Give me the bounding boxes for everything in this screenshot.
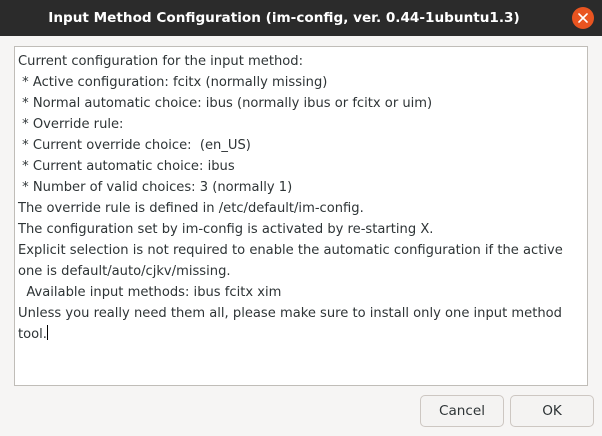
text-line: Unless you really need them all, please … <box>18 306 562 321</box>
text-line: The override rule is defined in /etc/def… <box>18 201 364 216</box>
im-config-dialog: Input Method Configuration (im-config, v… <box>0 0 602 436</box>
text-line: * Active configuration: fcitx (normally … <box>18 75 328 90</box>
text-line: * Normal automatic choice: ibus (normall… <box>18 96 433 111</box>
text-line: Available input methods: ibus fcitx xim <box>18 285 282 300</box>
ok-button[interactable]: OK <box>510 395 594 427</box>
title-bar: Input Method Configuration (im-config, v… <box>0 0 602 36</box>
text-line: * Current override choice: (en_US) <box>18 138 251 153</box>
text-line: one is default/auto/cjkv/missing. <box>18 264 231 279</box>
text-cursor <box>46 325 48 340</box>
text-line-last: tool. <box>18 324 584 345</box>
text-line: * Current automatic choice: ibus <box>18 159 235 174</box>
cancel-button[interactable]: Cancel <box>420 395 504 427</box>
text-line: * Override rule: <box>18 117 128 132</box>
text-line: * Number of valid choices: 3 (normally 1… <box>18 180 293 195</box>
configuration-text-view[interactable]: Current configuration for the input meth… <box>14 46 588 386</box>
close-button[interactable] <box>572 7 594 29</box>
text-line: Current configuration for the input meth… <box>18 54 303 69</box>
text-line: Explicit selection is not required to en… <box>18 243 563 258</box>
close-icon <box>578 13 588 23</box>
window-title: Input Method Configuration (im-config, v… <box>48 10 520 26</box>
text-line-content: tool. <box>18 327 47 342</box>
text-line: The configuration set by im-config is ac… <box>18 222 434 237</box>
